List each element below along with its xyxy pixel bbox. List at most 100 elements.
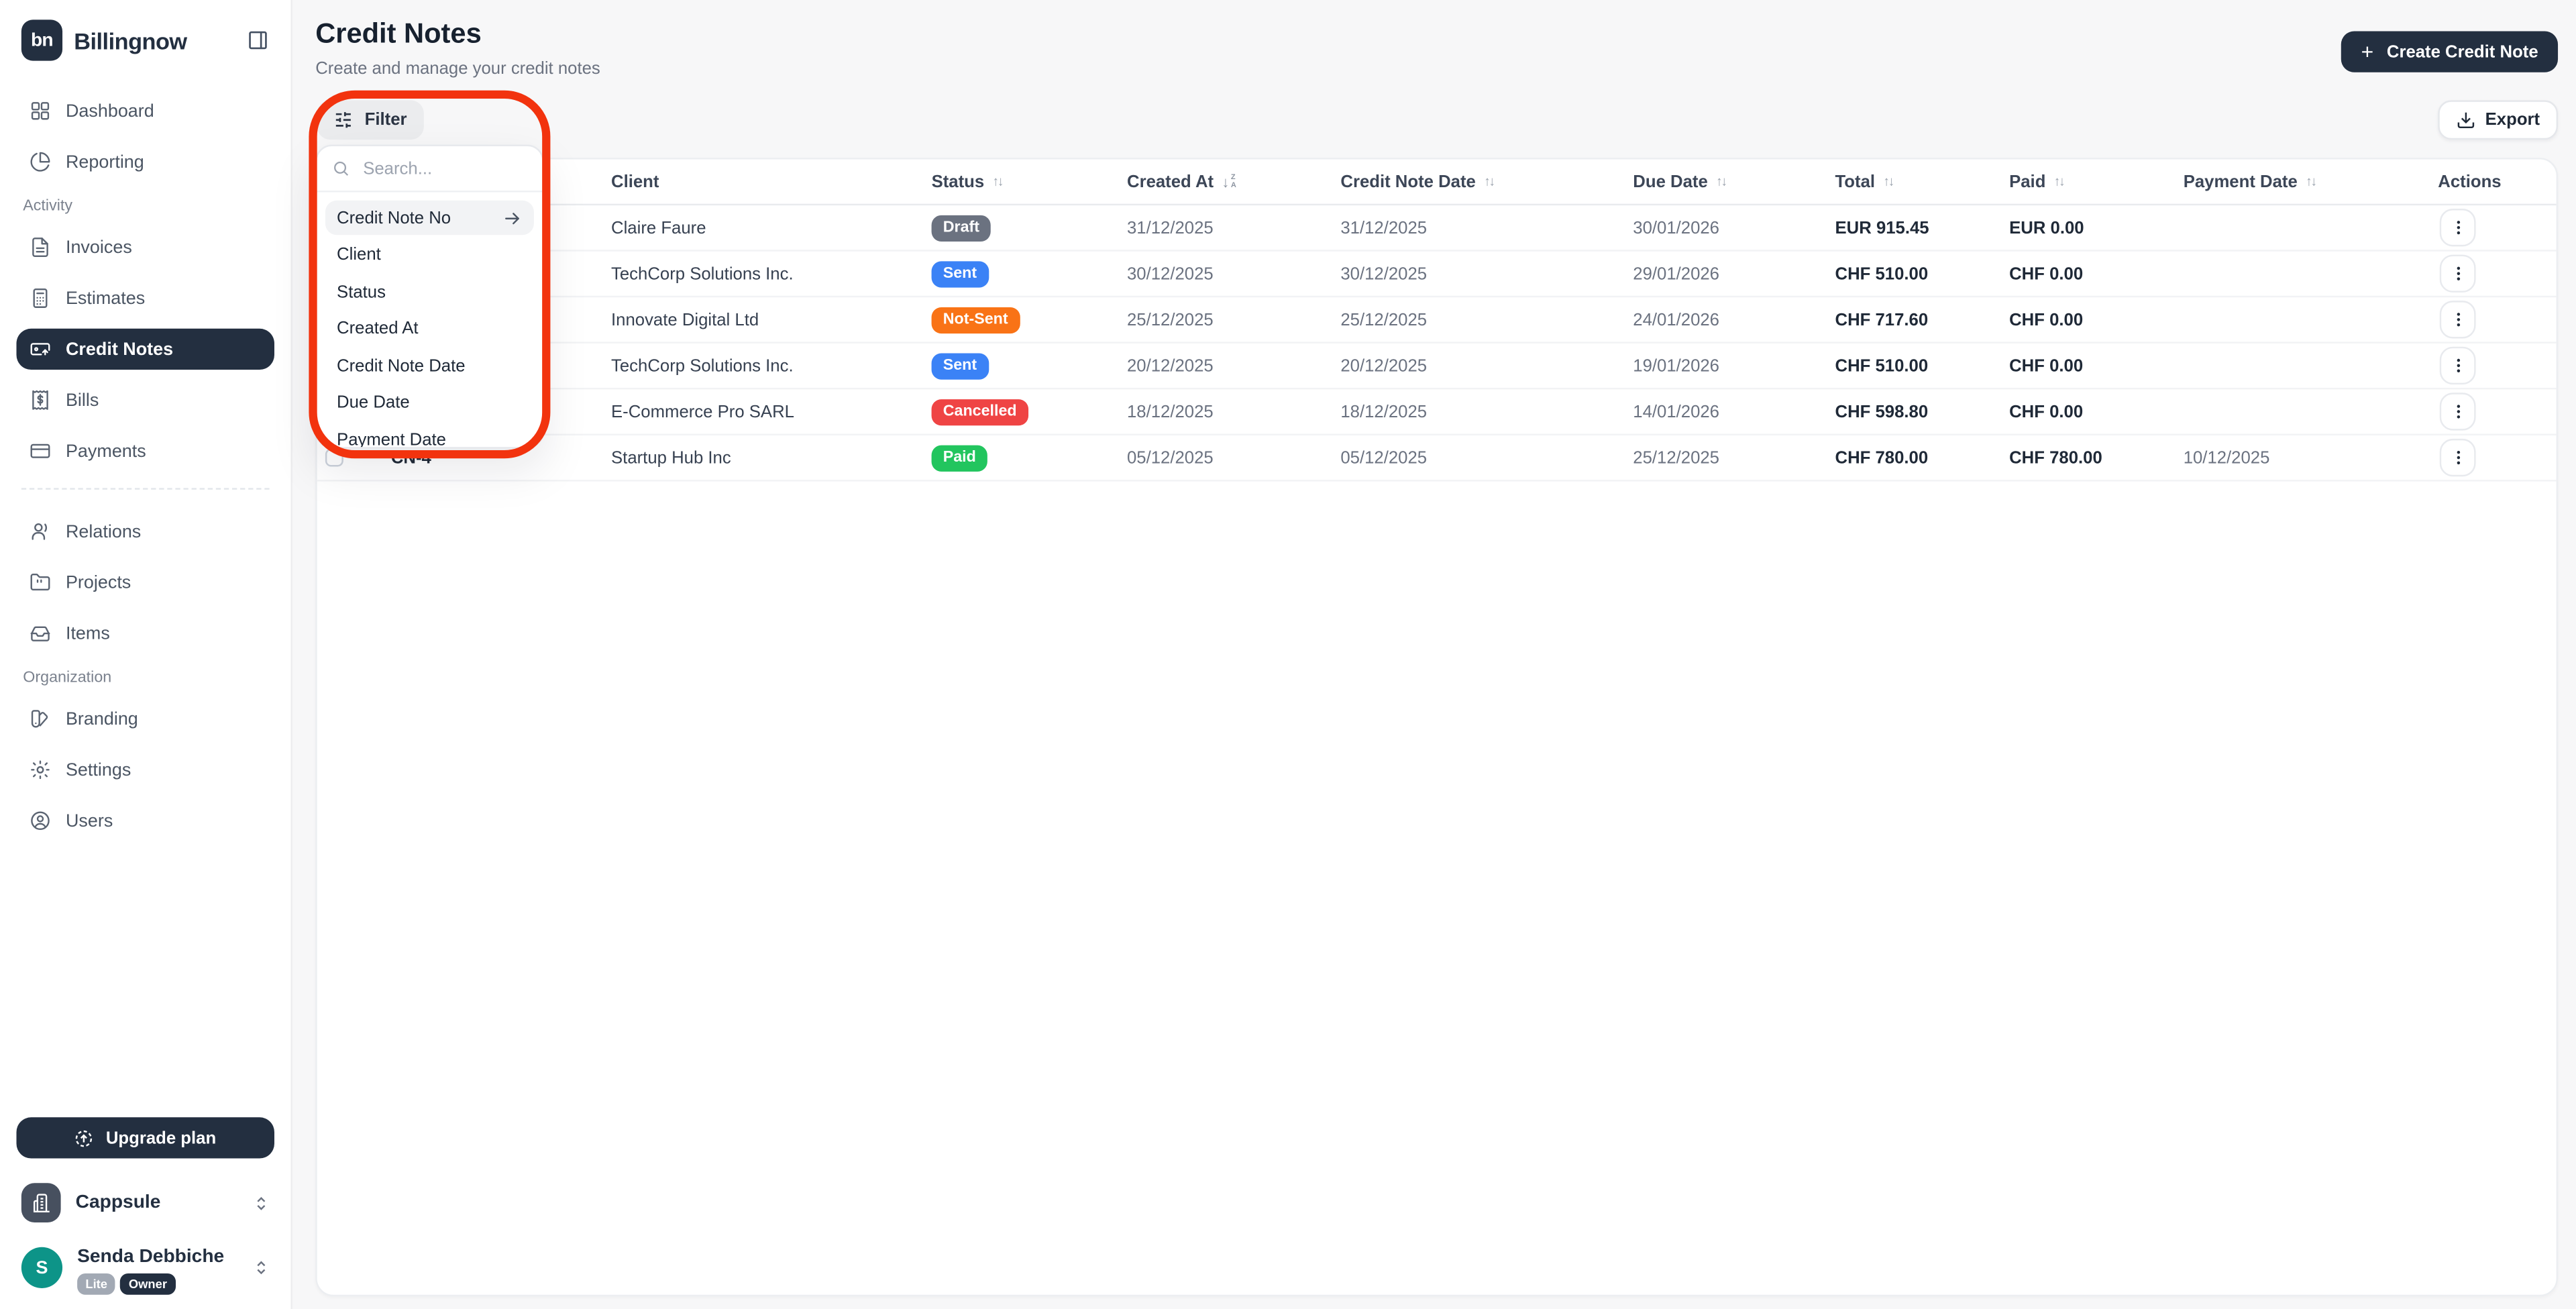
sidebar-item-label: Branding: [66, 709, 138, 729]
sidebar-item-reporting[interactable]: Reporting: [16, 142, 274, 182]
cell-status: Sent: [932, 260, 1127, 286]
column-label: Credit Note Date: [1340, 172, 1475, 191]
column-header-actions: Actions: [2438, 172, 2556, 191]
kebab-icon: [2449, 264, 2467, 282]
filter-menu-item[interactable]: Due Date: [325, 385, 534, 419]
cell-text-due_date: 25/12/2025: [1633, 448, 1719, 467]
chevrons-up-down-icon: [253, 1194, 269, 1212]
filter-button[interactable]: Filter: [317, 100, 423, 140]
filter-menu-item[interactable]: Credit Note No: [325, 201, 534, 235]
sort-icon[interactable]: ↑↓: [2306, 174, 2316, 189]
cell-due_date: 14/01/2026: [1633, 402, 1835, 421]
row-actions-button[interactable]: [2440, 301, 2476, 338]
sidebar-item-relations[interactable]: Relations: [16, 511, 274, 552]
cell-due_date: 29/01/2026: [1633, 264, 1835, 283]
column-header-client: Client: [611, 172, 932, 191]
row-actions-button[interactable]: [2440, 209, 2476, 246]
sidebar-item-payments[interactable]: Payments: [16, 431, 274, 472]
row-actions-button[interactable]: [2440, 347, 2476, 384]
cell-created_at: 18/12/2025: [1127, 402, 1340, 421]
sort-icon[interactable]: ↑↓: [992, 174, 1002, 189]
org-switcher[interactable]: Cappsule: [21, 1180, 270, 1226]
cell-text-due_date: 19/01/2026: [1633, 356, 1719, 375]
row-actions-button[interactable]: [2440, 439, 2476, 476]
filter-menu-item[interactable]: Created At: [325, 311, 534, 346]
kebab-icon: [2449, 449, 2467, 467]
bills-icon: [30, 389, 51, 411]
cell-created_at: 25/12/2025: [1127, 310, 1340, 329]
filter-dropdown: Credit Note NoClientStatusCreated AtCred…: [315, 145, 543, 449]
sort-icon[interactable]: ↑↓: [1484, 174, 1494, 189]
cell-text-client: E-Commerce Pro SARL: [611, 402, 794, 421]
cell-due_date: 30/01/2026: [1633, 217, 1835, 237]
cell-paid: CHF 0.00: [2009, 310, 2184, 329]
sidebar-item-label: Payments: [66, 441, 146, 461]
table-row[interactable]: TechCorp Solutions Inc.Sent30/12/202530/…: [317, 252, 2557, 298]
cell-created_at: 30/12/2025: [1127, 264, 1340, 283]
settings-icon: [30, 759, 51, 780]
cell-text-paid: CHF 0.00: [2009, 356, 2083, 375]
filter-menu-item-label: Due Date: [337, 392, 410, 412]
row-checkbox[interactable]: [325, 449, 343, 467]
table-row[interactable]: TechCorp Solutions Inc.Sent20/12/202520/…: [317, 344, 2557, 390]
table-row[interactable]: CN-4Startup Hub IncPaid05/12/202505/12/2…: [317, 435, 2557, 482]
relations-icon: [30, 521, 51, 542]
sort-icon[interactable]: ↑↓: [2054, 174, 2064, 189]
sidebar-item-users[interactable]: Users: [16, 800, 274, 841]
sidebar-item-projects[interactable]: Projects: [16, 562, 274, 603]
sidebar-item-dashboard[interactable]: Dashboard: [16, 91, 274, 132]
export-button[interactable]: Export: [2438, 100, 2558, 140]
cell-text-client: Claire Faure: [611, 217, 706, 237]
sidebar-header: bn Billingnow: [0, 0, 290, 74]
credit-notes-icon: [30, 338, 51, 360]
plus-icon: +: [2361, 41, 2374, 62]
filter-menu-item[interactable]: Credit Note Date: [325, 348, 534, 382]
create-credit-note-button[interactable]: + Create Credit Note: [2341, 32, 2558, 72]
app-logo: bn: [21, 19, 62, 60]
plan-badge: Lite: [77, 1274, 115, 1295]
cell-total: CHF 510.00: [1835, 356, 2010, 375]
cell-total: CHF 510.00: [1835, 264, 2010, 283]
sidebar-item-label: Relations: [66, 522, 141, 541]
column-label: Created At: [1127, 172, 1214, 191]
sidebar-collapse-icon[interactable]: [246, 30, 269, 51]
filter-menu-item[interactable]: Payment Date: [325, 422, 534, 448]
estimates-icon: [30, 288, 51, 309]
sort-descending-icon[interactable]: ↓ZA: [1222, 173, 1236, 189]
sidebar-item-settings[interactable]: Settings: [16, 749, 274, 790]
upgrade-plan-button[interactable]: Upgrade plan: [16, 1118, 274, 1159]
cell-payment_date: 10/12/2025: [2184, 448, 2438, 467]
sidebar-item-estimates[interactable]: Estimates: [16, 278, 274, 319]
user-menu[interactable]: S Senda Debbiche Lite Owner: [21, 1241, 270, 1295]
table-row[interactable]: E-Commerce Pro SARLCancelled18/12/202518…: [317, 389, 2557, 435]
sidebar-item-branding[interactable]: Branding: [16, 698, 274, 739]
user-info: Senda Debbiche Lite Owner: [77, 1241, 224, 1295]
sidebar-item-label: Dashboard: [66, 101, 154, 121]
chevrons-up-down-icon: [253, 1259, 269, 1277]
table-row[interactable]: Claire FaureDraft31/12/202531/12/202530/…: [317, 205, 2557, 252]
sidebar-item-label: Reporting: [66, 152, 144, 172]
cell-credit_note_date: 30/12/2025: [1340, 264, 1633, 283]
invoices-icon: [30, 237, 51, 258]
projects-icon: [30, 572, 51, 593]
sidebar-item-label: Items: [66, 623, 110, 643]
sidebar-item-items[interactable]: Items: [16, 613, 274, 653]
sidebar-item-label: Bills: [66, 390, 99, 410]
sort-icon[interactable]: ↑↓: [1716, 174, 1726, 189]
row-actions-button[interactable]: [2440, 392, 2476, 430]
sidebar-section-label: Activity: [23, 197, 274, 215]
sort-icon[interactable]: ↑↓: [1883, 174, 1893, 189]
sidebar-item-invoices[interactable]: Invoices: [16, 227, 274, 268]
cell-actions: [2438, 255, 2556, 293]
row-actions-button[interactable]: [2440, 255, 2476, 293]
filter-search-input[interactable]: [360, 157, 527, 180]
filter-menu-item[interactable]: Status: [325, 274, 534, 309]
sidebar-item-credit-notes[interactable]: Credit Notes: [16, 329, 274, 370]
table-row[interactable]: Innovate Digital LtdNot-Sent25/12/202525…: [317, 297, 2557, 344]
sidebar-item-bills[interactable]: Bills: [16, 380, 274, 421]
cell-text-created_at: 05/12/2025: [1127, 448, 1214, 467]
filter-menu-item[interactable]: Client: [325, 238, 534, 272]
column-header-payment_date: Payment Date↑↓: [2184, 172, 2438, 191]
cell-text-credit_note_date: 25/12/2025: [1340, 310, 1427, 329]
arrow-right-icon: [502, 208, 522, 227]
